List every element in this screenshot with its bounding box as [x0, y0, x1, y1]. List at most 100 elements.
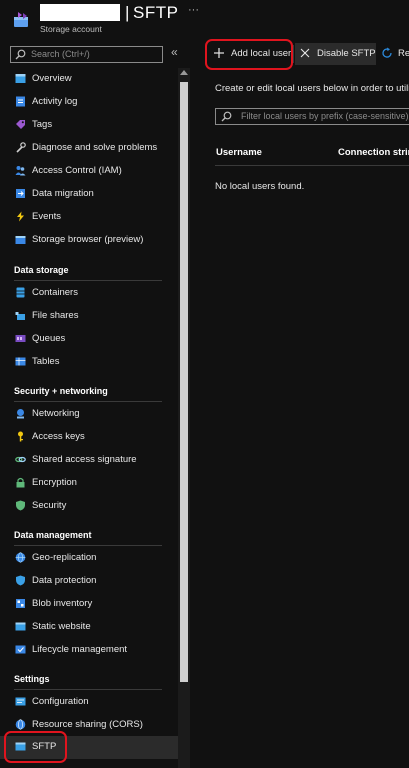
- more-options-button[interactable]: ···: [188, 4, 199, 16]
- column-header-username[interactable]: Username: [216, 147, 262, 158]
- filter-local-users-input[interactable]: Filter local users by prefix (case-sensi…: [215, 108, 409, 125]
- shield-icon: [16, 500, 25, 511]
- resource-menu: Search (Ctrl+/) « Overview Activity log …: [0, 40, 190, 768]
- menu-item-queues[interactable]: Queues: [0, 328, 178, 351]
- menu-scrollbar[interactable]: [178, 68, 190, 768]
- refresh-button[interactable]: Re: [379, 43, 409, 65]
- menu-search-input[interactable]: Search (Ctrl+/): [10, 46, 163, 63]
- refresh-icon: [382, 47, 392, 58]
- menu-item-static-website[interactable]: Static website: [0, 616, 178, 639]
- cors-globe-icon: [15, 719, 26, 730]
- toolbar-separator: [293, 45, 294, 63]
- data-protection-icon: [16, 575, 25, 586]
- menu-item-label: Encryption: [32, 477, 77, 488]
- title-separator: |: [125, 3, 130, 22]
- overview-icon: [15, 74, 26, 83]
- page-title: SFTP: [133, 3, 179, 22]
- menu-item-label: Overview: [32, 73, 72, 84]
- menu-item-events[interactable]: Events: [0, 206, 178, 229]
- menu-item-encryption[interactable]: Encryption: [0, 472, 178, 495]
- menu-item-label: Access Control (IAM): [32, 165, 122, 176]
- scrollbar-thumb[interactable]: [180, 82, 188, 682]
- menu-item-overview[interactable]: Overview: [0, 68, 178, 91]
- file-shares-icon: [15, 312, 25, 320]
- networking-icon: [17, 409, 24, 419]
- tables-icon: [15, 357, 26, 366]
- menu-item-label: Data migration: [32, 188, 94, 199]
- menu-item-lifecycle-management[interactable]: Lifecycle management: [0, 639, 178, 662]
- menu-item-shared-access-signature[interactable]: Shared access signature: [0, 449, 178, 472]
- disable-sftp-button[interactable]: Disable SFTP: [295, 43, 376, 65]
- menu-item-networking[interactable]: Networking: [0, 403, 178, 426]
- section-settings: Settings: [14, 674, 50, 684]
- lifecycle-icon: [15, 645, 26, 654]
- menu-item-geo-replication[interactable]: Geo-replication: [0, 547, 178, 570]
- menu-item-label: Networking: [32, 408, 80, 419]
- queues-icon: [15, 335, 26, 342]
- menu-item-tags[interactable]: Tags: [0, 114, 178, 137]
- table-header-divider: [215, 165, 409, 166]
- menu-item-access-control[interactable]: Access Control (IAM): [0, 160, 178, 183]
- menu-item-label: File shares: [32, 310, 79, 321]
- section-divider: [14, 280, 162, 281]
- menu-item-label: Tables: [32, 356, 60, 367]
- menu-item-label: Containers: [32, 287, 78, 298]
- menu-item-security[interactable]: Security: [0, 495, 178, 518]
- lightning-icon: [17, 211, 24, 222]
- menu-item-label: Lifecycle management: [32, 644, 128, 655]
- add-local-user-highlight-annotation: [205, 39, 293, 70]
- menu-item-label: Data protection: [32, 575, 97, 586]
- description-text: Create or edit local users below in orde…: [215, 83, 409, 94]
- menu-item-data-protection[interactable]: Data protection: [0, 570, 178, 593]
- section-security-networking: Security + networking: [14, 386, 108, 396]
- empty-state-message: No local users found.: [215, 181, 305, 192]
- menu-item-label: Storage browser (preview): [32, 234, 144, 245]
- menu-item-label: Events: [32, 211, 62, 222]
- menu-item-configuration[interactable]: Configuration: [0, 691, 178, 714]
- search-icon: [221, 111, 232, 122]
- blob-inventory-icon: [16, 599, 25, 608]
- containers-icon: [16, 287, 25, 298]
- search-placeholder: Search (Ctrl+/): [31, 49, 90, 59]
- blade-header: | SFTP ··· Storage account: [0, 0, 409, 40]
- menu-item-blob-inventory[interactable]: Blob inventory: [0, 593, 178, 616]
- static-website-icon: [15, 622, 26, 631]
- redacted-account-name: [40, 4, 120, 21]
- resource-type-subtitle: Storage account: [40, 24, 102, 34]
- menu-item-file-shares[interactable]: File shares: [0, 305, 178, 328]
- people-icon: [15, 166, 26, 176]
- column-header-connection-string[interactable]: Connection string: [338, 147, 409, 158]
- menu-item-label: Queues: [32, 333, 66, 344]
- section-data-management: Data management: [14, 530, 92, 540]
- menu-item-label: Geo-replication: [32, 552, 97, 563]
- collapse-menu-button[interactable]: «: [171, 45, 178, 59]
- refresh-label: Re: [398, 48, 409, 59]
- scroll-up-arrow-icon[interactable]: [180, 70, 188, 75]
- menu-item-containers[interactable]: Containers: [0, 282, 178, 305]
- menu-item-data-migration[interactable]: Data migration: [0, 183, 178, 206]
- sftp-highlight-annotation: [4, 731, 67, 763]
- menu-item-label: Tags: [32, 119, 53, 130]
- menu-item-activity-log[interactable]: Activity log: [0, 91, 178, 114]
- menu-item-label: Resource sharing (CORS): [32, 719, 143, 730]
- tag-icon: [16, 120, 25, 129]
- menu-item-label: Diagnose and solve problems: [32, 142, 158, 153]
- configuration-icon: [15, 697, 26, 706]
- wrench-icon: [16, 142, 26, 153]
- globe-icon: [15, 552, 26, 563]
- storage-browser-icon: [15, 236, 26, 244]
- menu-item-access-keys[interactable]: Access keys: [0, 426, 178, 449]
- menu-item-label: Security: [32, 500, 67, 511]
- link-icon: [15, 456, 26, 463]
- filter-placeholder: Filter local users by prefix (case-sensi…: [241, 111, 409, 121]
- menu-item-tables[interactable]: Tables: [0, 351, 178, 374]
- search-icon: [15, 49, 26, 60]
- menu-item-diagnose[interactable]: Diagnose and solve problems: [0, 137, 178, 160]
- section-divider: [14, 545, 162, 546]
- menu-item-label: Access keys: [32, 431, 85, 442]
- menu-item-storage-browser[interactable]: Storage browser (preview): [0, 229, 178, 252]
- menu-item-label: Static website: [32, 621, 91, 632]
- menu-item-label: Shared access signature: [32, 454, 137, 465]
- close-icon: [300, 48, 310, 58]
- main-content: Add local user Disable SFTP Re Create or…: [190, 40, 409, 768]
